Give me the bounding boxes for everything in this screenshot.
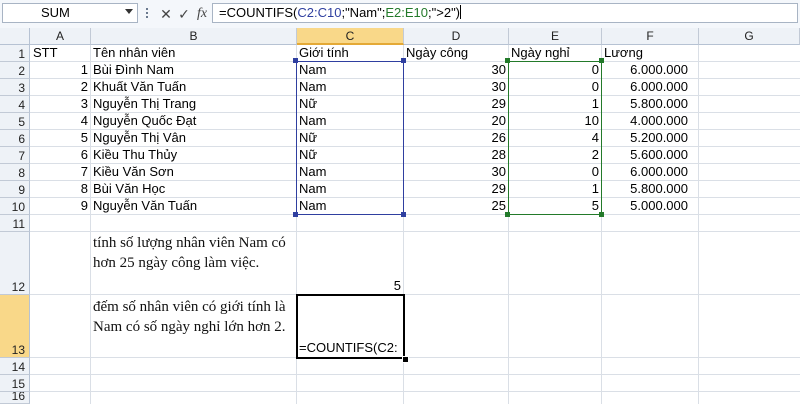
- cell-salary[interactable]: 6.000.000: [602, 62, 688, 78]
- row-header-13[interactable]: 13: [0, 295, 30, 358]
- column-header-d[interactable]: D: [404, 28, 509, 45]
- cell-salary[interactable]: 6.000.000: [602, 164, 688, 180]
- fx-icon[interactable]: fx: [194, 4, 210, 24]
- row-header-5[interactable]: 5: [0, 113, 30, 130]
- cell-stt[interactable]: 8: [30, 181, 88, 197]
- cancel-icon[interactable]: ✕: [158, 4, 174, 24]
- cell-name[interactable]: Khuất Văn Tuấn: [93, 79, 186, 95]
- cell-name[interactable]: Kiều Thu Thủy: [93, 147, 177, 163]
- column-header-b[interactable]: B: [91, 28, 297, 45]
- cell-work-days[interactable]: 30: [404, 62, 506, 78]
- column-header-a[interactable]: A: [30, 28, 91, 45]
- formula-part: ;">2"): [428, 5, 461, 20]
- name-box-value: SUM: [41, 5, 70, 20]
- cell-stt[interactable]: 5: [30, 130, 88, 146]
- row-header-12[interactable]: 12: [0, 232, 30, 295]
- row-header-6[interactable]: 6: [0, 130, 30, 147]
- row-header-1[interactable]: 1: [0, 45, 30, 62]
- formula-part: ;"Nam";: [341, 5, 386, 20]
- result-cell-c12[interactable]: 5: [297, 278, 401, 294]
- header-off-days[interactable]: Ngày nghỉ: [511, 45, 570, 61]
- cell-work-days[interactable]: 25: [404, 198, 506, 214]
- row-header-15[interactable]: 15: [0, 375, 30, 392]
- drag-handle-icon[interactable]: [146, 6, 149, 20]
- cell-salary[interactable]: 5.600.000: [602, 147, 688, 163]
- range-highlight-e: [508, 61, 602, 215]
- column-header-e[interactable]: E: [509, 28, 602, 45]
- cell-stt[interactable]: 2: [30, 79, 88, 95]
- range-handle[interactable]: [401, 58, 406, 63]
- cell-salary[interactable]: 5.200.000: [602, 130, 688, 146]
- cell-work-days[interactable]: 20: [404, 113, 506, 129]
- header-stt[interactable]: STT: [33, 45, 58, 61]
- note-question-2[interactable]: đếm số nhân viên có giới tính là Nam có …: [93, 297, 295, 337]
- header-name[interactable]: Tên nhân viên: [93, 45, 175, 61]
- select-all-corner[interactable]: [0, 28, 30, 45]
- cell-name[interactable]: Bùi Đình Nam: [93, 62, 174, 78]
- text-caret: [460, 5, 462, 19]
- range-handle[interactable]: [293, 212, 298, 217]
- cell-name[interactable]: Kiều Văn Sơn: [93, 164, 174, 180]
- chevron-down-icon[interactable]: [125, 9, 133, 14]
- header-work-days[interactable]: Ngày công: [406, 45, 468, 61]
- cell-work-days[interactable]: 30: [404, 79, 506, 95]
- cell-stt[interactable]: 4: [30, 113, 88, 129]
- fx-label: fx: [196, 6, 208, 21]
- row-header-7[interactable]: 7: [0, 147, 30, 164]
- cell-work-days[interactable]: 30: [404, 164, 506, 180]
- row-header-11[interactable]: 11: [0, 215, 30, 232]
- range-handle[interactable]: [293, 58, 298, 63]
- cell-salary[interactable]: 5.800.000: [602, 96, 688, 112]
- row-header-9[interactable]: 9: [0, 181, 30, 198]
- row-header-4[interactable]: 4: [0, 96, 30, 113]
- cell-salary[interactable]: 5.000.000: [602, 198, 688, 214]
- range-highlight-c: [296, 61, 404, 215]
- cell-stt[interactable]: 7: [30, 164, 88, 180]
- cell-work-days[interactable]: 26: [404, 130, 506, 146]
- row-header-3[interactable]: 3: [0, 79, 30, 96]
- range-handle[interactable]: [505, 212, 510, 217]
- range-handle[interactable]: [599, 58, 604, 63]
- cell-stt[interactable]: 9: [30, 198, 88, 214]
- cell-name[interactable]: Nguyễn Thị Trang: [93, 96, 196, 112]
- cell-name[interactable]: Bùi Văn Học: [93, 181, 165, 197]
- cell-salary[interactable]: 5.800.000: [602, 181, 688, 197]
- header-gender[interactable]: Giới tính: [299, 45, 349, 61]
- cell-salary[interactable]: 4.000.000: [602, 113, 688, 129]
- cell-name[interactable]: Nguyễn Thị Vân: [93, 130, 186, 146]
- check-icon[interactable]: ✓: [176, 4, 192, 24]
- cell-work-days[interactable]: 29: [404, 181, 506, 197]
- range-handle[interactable]: [401, 212, 406, 217]
- cell-stt[interactable]: 6: [30, 147, 88, 163]
- cell-work-days[interactable]: 29: [404, 96, 506, 112]
- cell-stt[interactable]: 1: [30, 62, 88, 78]
- formula-ref-e: E2:E10: [385, 5, 429, 20]
- range-handle[interactable]: [505, 58, 510, 63]
- note-question-1[interactable]: tính số lượng nhân viên Nam có hơn 25 ng…: [93, 233, 295, 273]
- row-header-14[interactable]: 14: [0, 358, 30, 375]
- header-salary[interactable]: Lương: [604, 45, 643, 61]
- fill-handle[interactable]: [402, 356, 409, 363]
- column-header-c[interactable]: C: [297, 28, 404, 45]
- row-header-8[interactable]: 8: [0, 164, 30, 181]
- column-header-g[interactable]: G: [699, 28, 800, 45]
- formula-part: =COUNTIFS(: [219, 5, 298, 20]
- cell-salary[interactable]: 6.000.000: [602, 79, 688, 95]
- name-box[interactable]: SUM: [2, 3, 138, 23]
- row-header-10[interactable]: 10: [0, 198, 30, 215]
- range-handle[interactable]: [599, 212, 604, 217]
- cell-work-days[interactable]: 28: [404, 147, 506, 163]
- cell-name[interactable]: Nguyễn Quốc Đạt: [93, 113, 196, 129]
- formula-input[interactable]: =COUNTIFS(C2:C10;"Nam";E2:E10;">2"): [212, 3, 798, 23]
- column-header-f[interactable]: F: [602, 28, 699, 45]
- row-header-16[interactable]: 16: [0, 392, 30, 404]
- row-header-2[interactable]: 2: [0, 62, 30, 79]
- formula-ref-c: C2:C10: [297, 5, 342, 20]
- cell-stt[interactable]: 3: [30, 96, 88, 112]
- cell-edit-text: =COUNTIFS(C2:: [299, 340, 398, 355]
- cell-name[interactable]: Nguyễn Văn Tuấn: [93, 198, 197, 214]
- active-cell-c13[interactable]: =COUNTIFS(C2:: [296, 294, 405, 359]
